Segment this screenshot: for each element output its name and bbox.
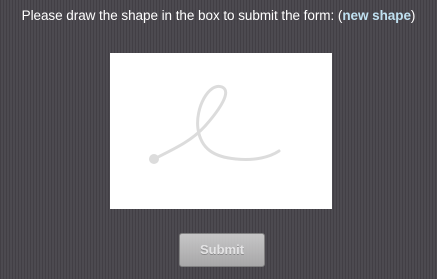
prompt-close: ) xyxy=(410,8,416,23)
loop-stroke-icon xyxy=(149,84,281,164)
shape-stroke xyxy=(152,84,281,161)
shape-start-dot xyxy=(149,154,159,164)
submit-button[interactable]: Submit xyxy=(179,233,265,267)
new-shape-link[interactable]: new shape xyxy=(342,8,411,23)
prompt-text: Please draw the shape in the box to subm… xyxy=(21,8,343,23)
form-prompt: Please draw the shape in the box to subm… xyxy=(0,8,437,23)
drawing-canvas[interactable] xyxy=(110,53,332,209)
